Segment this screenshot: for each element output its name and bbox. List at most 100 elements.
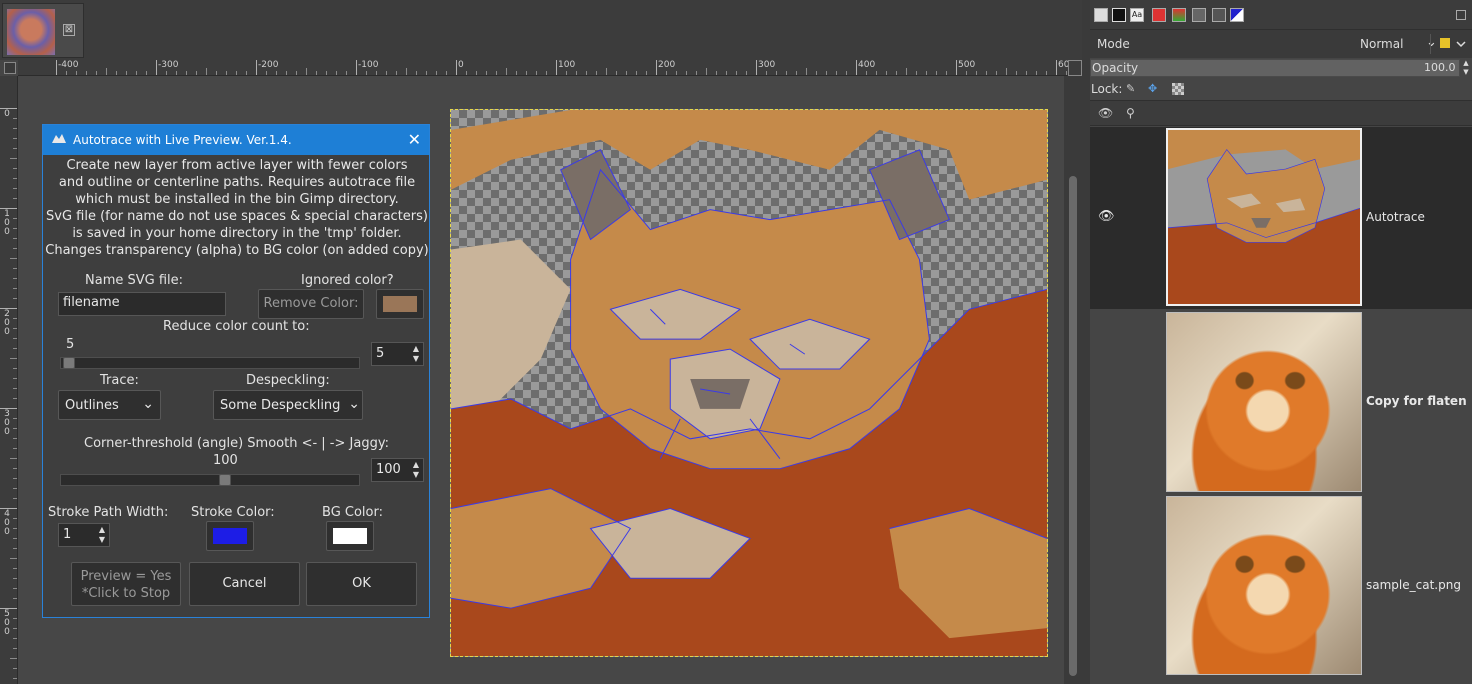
ruler-minor-tick [526,71,527,75]
layer-name[interactable]: Copy for flaten [1366,394,1467,408]
image-tab[interactable]: ⊠ [2,3,84,58]
despeckling-label: Despeckling: [246,373,330,388]
close-tab-icon[interactable]: ⊠ [63,24,75,36]
layer-row-copy-for-flaten[interactable]: Copy for flaten [1090,310,1472,494]
layer-name[interactable]: sample_cat.png [1366,578,1461,592]
lock-pixels-icon[interactable]: ✎ [1126,82,1135,95]
fonts-tab-icon[interactable]: Aa [1130,8,1144,22]
close-icon[interactable]: ✕ [408,130,421,149]
trace-combo[interactable]: Outlines ⌄ [58,390,161,420]
ruler-minor-tick [13,228,17,229]
stroke-width-spinbox[interactable]: 1 ▲ ▼ [58,523,110,547]
ruler-minor-tick [716,71,717,75]
patterns-tab-icon[interactable] [1152,8,1166,22]
ruler-minor-tick [796,71,797,75]
ruler-minor-tick [746,71,747,75]
opacity-row[interactable]: Opacity 100.0 ▲ ▼ [1090,59,1472,77]
ruler-minor-tick [986,71,987,75]
corner-threshold-slider-knob[interactable] [219,474,232,486]
ruler-minor-tick [216,71,217,75]
ruler-minor-tick [286,71,287,75]
ok-button[interactable]: OK [306,562,417,606]
scrollbar-thumb[interactable] [1069,176,1077,676]
increment-icon[interactable]: ▲ [411,460,421,470]
colors-tab-icon[interactable] [1230,8,1244,22]
remove-color-button[interactable]: Remove Color: [258,289,364,319]
increment-icon[interactable]: ▲ [97,525,107,535]
paths-tab-icon[interactable] [1192,8,1206,22]
opacity-slider[interactable] [1090,59,1460,77]
decrement-icon[interactable]: ▼ [411,470,421,480]
ruler-minor-tick [76,71,77,75]
reduce-color-slider[interactable] [60,357,360,369]
ruler-minor-tick [106,68,107,75]
reduce-color-slider-knob[interactable] [63,357,75,369]
decrement-icon[interactable]: ▼ [97,535,107,545]
vertical-scrollbar[interactable] [1064,76,1082,684]
layer-name[interactable]: Autotrace [1366,210,1425,224]
ruler-minor-tick [1036,71,1037,75]
stroke-color-button[interactable] [206,521,254,551]
reduce-color-spinbox[interactable]: 5 ▲ ▼ [371,342,424,366]
increment-icon[interactable]: ▲ [411,344,421,354]
lock-position-icon[interactable]: ✥ [1148,82,1157,95]
svg-filename-input[interactable]: filename [58,292,226,316]
gradients-tab-icon[interactable] [1172,8,1186,22]
tool-presets-tab-icon[interactable] [1212,8,1226,22]
mode-value[interactable]: Normal [1360,37,1403,51]
ruler-minor-tick [13,438,17,439]
ruler-minor-tick [846,71,847,75]
ruler-tick-label: -200 [258,60,279,70]
preview-toggle-button[interactable]: Preview = Yes *Click to Stop [71,562,181,606]
ruler-minor-tick [13,498,17,499]
ruler-tick-label: 300 [4,409,10,437]
layer-row-sample-cat[interactable]: sample_cat.png [1090,495,1472,679]
ruler-minor-tick [1066,71,1067,75]
ruler-minor-tick [376,71,377,75]
ruler-minor-tick [13,628,17,629]
ruler-minor-tick [13,648,17,649]
navigate-button[interactable] [1068,60,1082,76]
ruler-minor-tick [466,71,467,75]
opacity-spin-arrows[interactable]: ▲ ▼ [1460,59,1472,77]
lock-alpha-icon[interactable] [1172,83,1184,95]
corner-threshold-slider[interactable] [60,474,360,486]
ruler-minor-tick [13,288,17,289]
bg-color-button[interactable] [326,521,374,551]
ruler-minor-tick [426,71,427,75]
ruler-tick-label: 400 [858,60,876,70]
quick-mask-toggle[interactable] [4,62,16,74]
ruler-tick-label: 200 [4,309,10,337]
corner-threshold-spinbox[interactable]: 100 ▲ ▼ [371,458,424,482]
ruler-minor-tick [13,218,17,219]
layer-row-autotrace[interactable]: 👁 Autotrace [1090,127,1472,309]
ruler-minor-tick [276,71,277,75]
dialog-titlebar[interactable]: Autotrace with Live Preview. Ver.1.4. ✕ [43,125,429,155]
eye-icon[interactable]: 👁 [1098,209,1115,224]
ruler-minor-tick [236,71,237,75]
ruler-minor-tick [13,578,17,579]
decrement-icon[interactable]: ▼ [411,354,421,364]
layer-thumbnail [1166,312,1362,492]
despeckling-combo[interactable]: Some Despeckling ⌄ [213,390,363,420]
dock-menu-icon[interactable] [1456,10,1466,20]
layers-tab-icon[interactable] [1094,8,1108,22]
cancel-button[interactable]: Cancel [189,562,300,606]
brushes-tab-icon[interactable] [1112,8,1126,22]
visibility-column-icon: 👁 [1098,106,1114,120]
ruler-minor-tick [416,71,417,75]
ruler-minor-tick [996,71,997,75]
ruler-minor-tick [876,71,877,75]
composite-mode-icon[interactable] [1430,34,1468,54]
ruler-minor-tick [866,71,867,75]
ruler-minor-tick [1016,71,1017,75]
despeckling-combo-value: Some Despeckling [220,398,341,413]
ruler-minor-tick [206,68,207,75]
ruler-minor-tick [13,128,17,129]
traced-image-canvas[interactable] [450,109,1048,657]
dock-separator[interactable] [1082,0,1090,684]
description-line: which must be installed in the bin Gimp … [75,192,399,207]
ignored-color-button[interactable] [376,289,424,319]
ruler-minor-tick [13,368,17,369]
corner-threshold-label: Corner-threshold (angle) Smooth <- | -> … [84,436,389,451]
